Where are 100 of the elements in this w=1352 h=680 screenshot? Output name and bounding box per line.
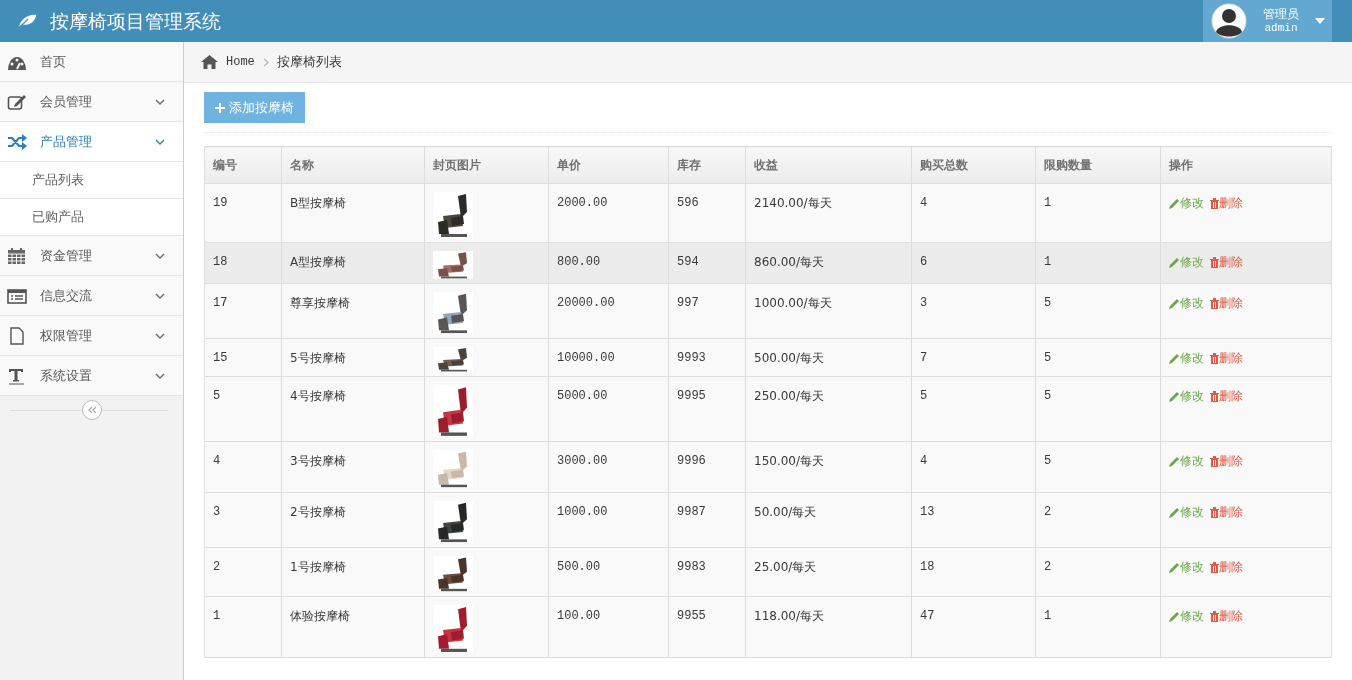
delete-link[interactable]: 删除 <box>1210 351 1243 365</box>
sidebar-item[interactable]: 系统设置 <box>0 356 183 396</box>
table-cell: 4 <box>911 183 1036 243</box>
table-cell: 997 <box>668 283 746 339</box>
edit-link[interactable]: 修改 <box>1169 454 1204 468</box>
edit-link[interactable]: 修改 <box>1169 560 1204 574</box>
table-cell: 19 <box>204 183 282 243</box>
table-cell: 5 <box>204 376 282 442</box>
sidebar-label: 首页 <box>40 52 67 71</box>
column-header: 单价 <box>548 146 669 184</box>
delete-link[interactable]: 删除 <box>1210 255 1243 269</box>
table-cell: 860.00/每天 <box>745 242 912 284</box>
delete-link[interactable]: 删除 <box>1210 609 1243 623</box>
sidebar-item[interactable]: 权限管理 <box>0 316 183 356</box>
collapse-sidebar-button[interactable] <box>81 400 102 420</box>
trash-icon <box>1210 257 1219 268</box>
table-cell: 5号按摩椅 <box>281 338 425 377</box>
table-cell: 3000.00 <box>548 441 669 493</box>
table-cell: 47 <box>911 596 1036 658</box>
sidebar-item[interactable]: 首页 <box>0 42 183 82</box>
calendar-icon <box>7 246 27 265</box>
trash-icon <box>1210 391 1219 402</box>
trash-icon <box>1210 611 1219 622</box>
table-cell: 800.00 <box>548 242 669 284</box>
delete-link[interactable]: 删除 <box>1210 560 1243 574</box>
chevron-icon <box>155 332 165 339</box>
edit-link[interactable]: 修改 <box>1169 505 1204 519</box>
user-menu[interactable]: 管理员 admin <box>1203 0 1332 42</box>
table-cell: 1000.00/每天 <box>745 283 912 339</box>
sidebar-item[interactable]: 信息交流 <box>0 276 183 316</box>
submenu-item[interactable]: 已购产品 <box>0 199 183 236</box>
table-cell: B型按摩椅 <box>281 183 425 243</box>
table-cell: 尊享按摩椅 <box>281 283 425 339</box>
user-role: 管理员 <box>1263 7 1299 21</box>
app-title: 按摩椅项目管理系统 <box>49 8 221 34</box>
table-cell: 594 <box>668 242 746 284</box>
table-cell: 5000.00 <box>548 376 669 442</box>
table-cell: 3 <box>911 283 1036 339</box>
column-header: 操作 <box>1160 146 1332 184</box>
table-cell: 15 <box>204 338 282 377</box>
submenu-item[interactable]: 产品列表 <box>0 162 183 199</box>
sidebar-item[interactable]: 会员管理 <box>0 82 183 122</box>
table-cell: 5 <box>1035 283 1161 339</box>
pencil-icon <box>1169 456 1180 467</box>
table-cell: 5 <box>1035 441 1161 493</box>
edit-link[interactable]: 修改 <box>1169 196 1204 210</box>
table-cell: 1 <box>204 596 282 658</box>
trash-icon <box>1210 562 1219 573</box>
delete-link[interactable]: 删除 <box>1210 389 1243 403</box>
breadcrumb-link[interactable]: Home <box>226 53 255 71</box>
table-cell: 9955 <box>668 596 746 658</box>
delete-link[interactable]: 删除 <box>1210 505 1243 519</box>
edit-link[interactable]: 修改 <box>1169 389 1204 403</box>
pencil-icon <box>1169 611 1180 622</box>
chevron-icon <box>262 57 269 67</box>
sidebar-label: 信息交流 <box>40 286 93 305</box>
table-cell: 2号按摩椅 <box>281 492 425 548</box>
caret-icon <box>1315 18 1325 24</box>
sidebar-label: 产品管理 <box>40 132 93 151</box>
table-cell: 3号按摩椅 <box>281 441 425 493</box>
delete-link[interactable]: 删除 <box>1210 196 1243 210</box>
table-cell: 150.00/每天 <box>745 441 912 493</box>
table-cell: 5 <box>1035 376 1161 442</box>
pencil-icon <box>1169 257 1180 268</box>
text-icon <box>7 366 27 385</box>
add-chair-button[interactable]: 添加按摩椅 <box>204 92 305 123</box>
double-chevron-icon <box>86 406 97 414</box>
breadcrumb-current: 按摩椅列表 <box>276 53 342 72</box>
table-cell: 2 <box>204 547 282 597</box>
pencil-icon <box>1169 198 1180 209</box>
column-header: 封页图片 <box>424 146 549 184</box>
home-icon <box>201 55 218 69</box>
table-cell: 13 <box>911 492 1036 548</box>
column-header: 编号 <box>204 146 282 184</box>
table-cell: 20000.00 <box>548 283 669 339</box>
sidebar-item[interactable]: 产品管理 <box>0 122 183 162</box>
chevron-icon <box>155 372 165 379</box>
sidebar-item[interactable]: 资金管理 <box>0 236 183 276</box>
table-cell: 7 <box>911 338 1036 377</box>
column-header: 收益 <box>745 146 912 184</box>
delete-link[interactable]: 删除 <box>1210 296 1243 310</box>
edit-link[interactable]: 修改 <box>1169 296 1204 310</box>
table-cell: A型按摩椅 <box>281 242 425 284</box>
table-cell: 2 <box>1035 492 1161 548</box>
table-cell: 5 <box>1035 338 1161 377</box>
table-cell: 6 <box>911 242 1036 284</box>
table-cell: 1 <box>1035 596 1161 658</box>
edit-link[interactable]: 修改 <box>1169 351 1204 365</box>
table-cell: 118.00/每天 <box>745 596 912 658</box>
table-cell: 50.00/每天 <box>745 492 912 548</box>
pencil-icon <box>1169 298 1180 309</box>
table-cell: 2000.00 <box>548 183 669 243</box>
edit-link[interactable]: 修改 <box>1169 609 1204 623</box>
table-cell: 9996 <box>668 441 746 493</box>
edit-icon <box>7 92 27 111</box>
pencil-icon <box>1169 507 1180 518</box>
table-cell: 体验按摩椅 <box>281 596 425 658</box>
delete-link[interactable]: 删除 <box>1210 454 1243 468</box>
edit-link[interactable]: 修改 <box>1169 255 1204 269</box>
chevron-icon <box>155 292 165 299</box>
